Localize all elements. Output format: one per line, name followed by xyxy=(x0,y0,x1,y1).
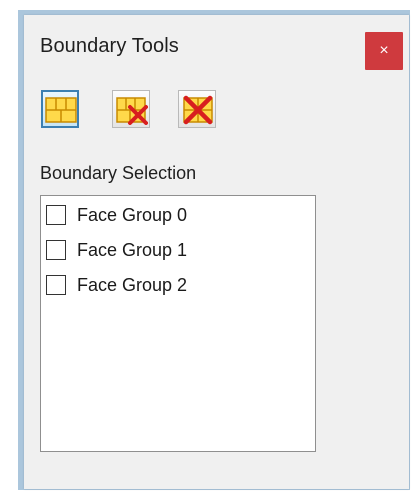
boundary-selection-label: Boundary Selection xyxy=(40,163,203,184)
boundary-tools-window: Boundary Tools × Face Group 0 Face Group… xyxy=(24,15,409,489)
close-button[interactable]: × xyxy=(365,32,403,70)
face-group-0-checkbox[interactable] xyxy=(46,205,66,225)
list-item-face-group-0[interactable]: Face Group 0 xyxy=(46,202,187,228)
list-item-face-group-1[interactable]: Face Group 1 xyxy=(46,237,187,263)
face-group-1-checkbox[interactable] xyxy=(46,240,66,260)
face-group-1-label: Face Group 1 xyxy=(77,239,188,260)
face-group-2-label: Face Group 2 xyxy=(77,274,188,295)
grid-remove-icon xyxy=(116,97,148,125)
face-group-0-label: Face Group 0 xyxy=(77,204,188,225)
list-item-face-group-2[interactable]: Face Group 2 xyxy=(46,272,187,298)
clear-boundaries-button[interactable] xyxy=(178,90,216,128)
delete-icon xyxy=(183,95,213,125)
remove-boundary-button[interactable] xyxy=(112,90,150,128)
grid-select-icon xyxy=(45,97,77,123)
window-title: Boundary Tools xyxy=(40,35,179,57)
select-boundary-button[interactable] xyxy=(41,90,79,128)
face-group-2-checkbox[interactable] xyxy=(46,275,66,295)
close-icon: × xyxy=(379,42,389,59)
boundary-selection-list[interactable]: Face Group 0 Face Group 1 Face Group 2 xyxy=(40,195,316,452)
